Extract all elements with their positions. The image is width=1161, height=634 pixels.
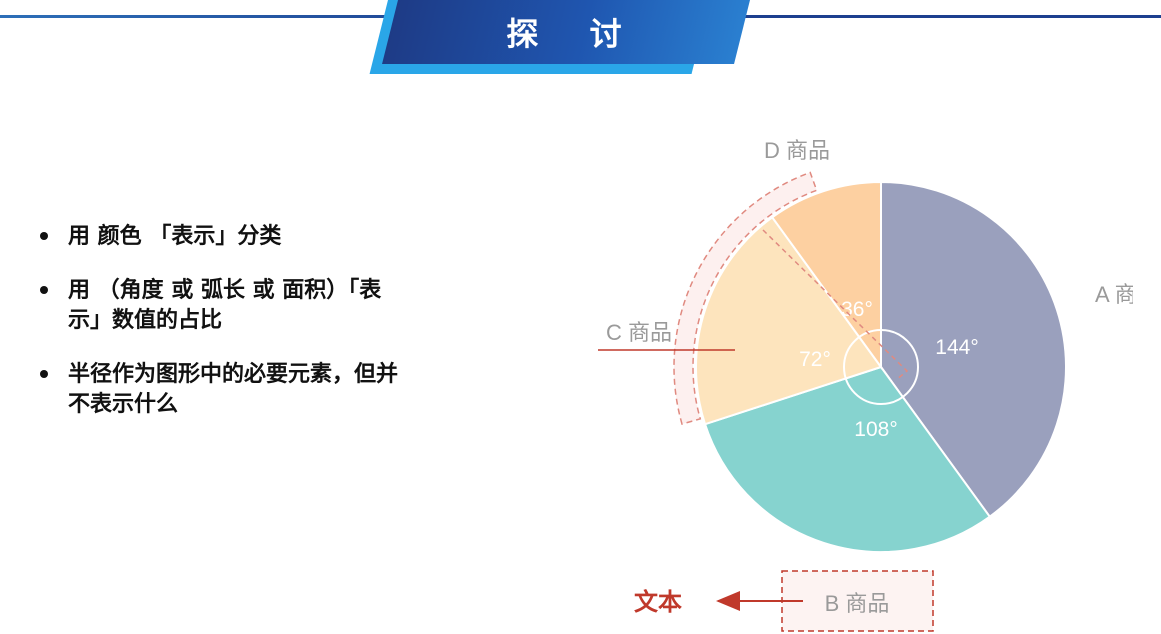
slice-value-label: 144° — [935, 336, 978, 359]
slice-value-label: 72° — [799, 348, 831, 371]
slice-value-label: 108° — [854, 418, 897, 441]
slice-category-label: C 商品 — [606, 320, 672, 345]
slice-category-label: A 商品 — [1095, 282, 1159, 307]
annotation-text: 文本 — [634, 588, 682, 616]
slice-category-label: D 商品 — [764, 138, 830, 163]
b-label-text: B 商品 — [825, 591, 890, 616]
slice-value-label: 36° — [841, 298, 873, 321]
pie-chart: 144°A 商品108°B 商品72°C 商品36°D 商品B 商品文本 — [598, 138, 1159, 632]
